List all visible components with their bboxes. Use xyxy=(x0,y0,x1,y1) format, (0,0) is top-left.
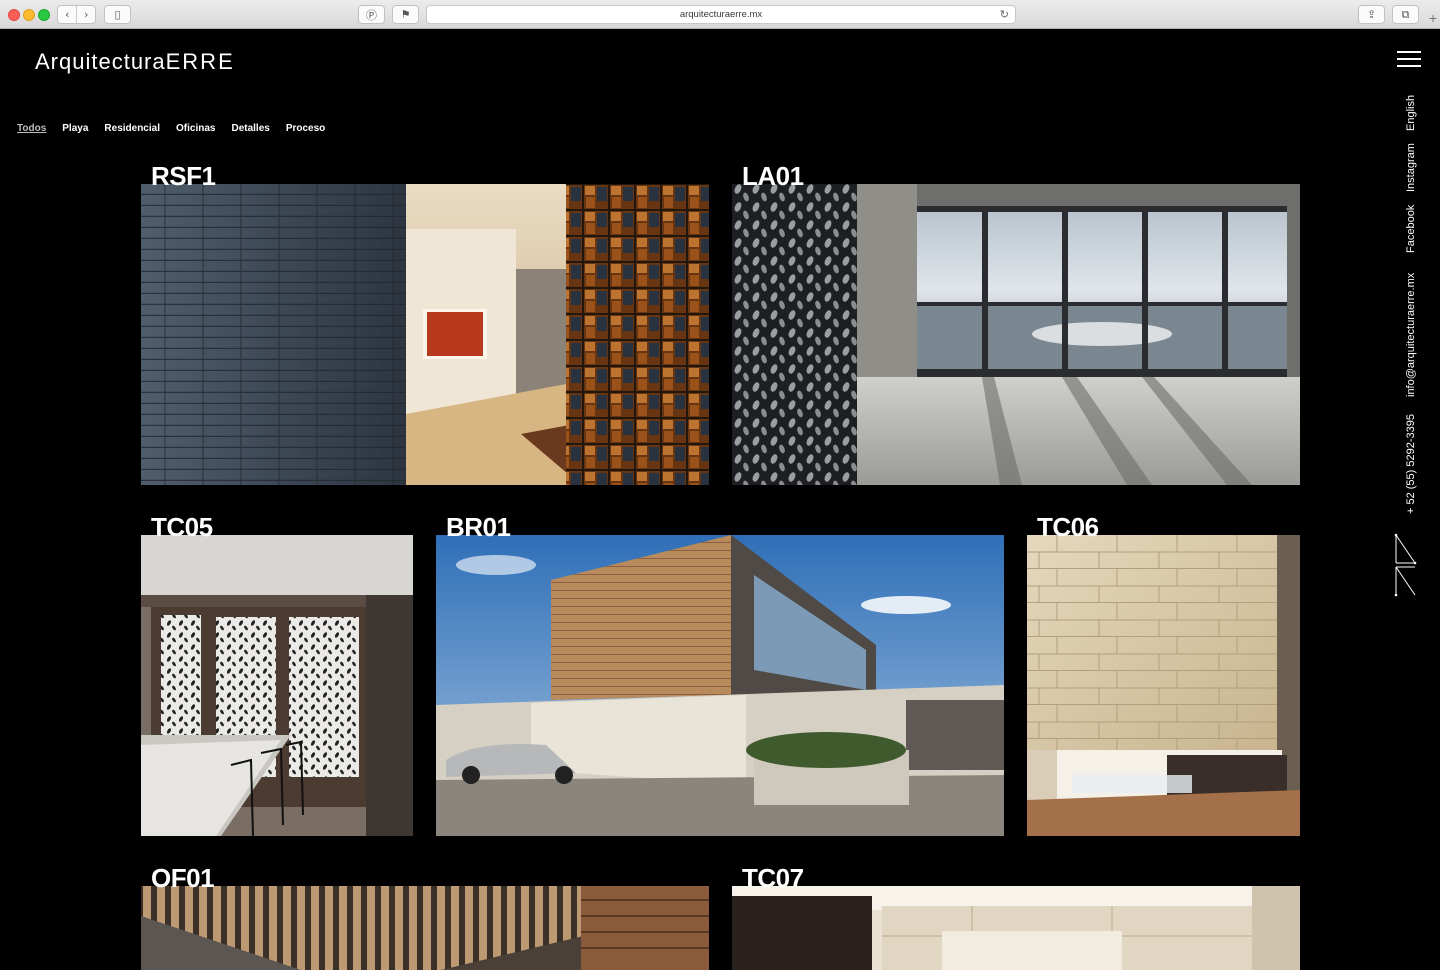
project-tile-of01[interactable]: OF01 xyxy=(141,865,709,970)
pinterest-icon[interactable]: Ⓟ xyxy=(358,5,385,24)
project-tile-tc05[interactable]: TC05 xyxy=(141,514,413,836)
history-nav: ‹ › xyxy=(57,5,96,24)
project-photo xyxy=(436,535,1004,836)
forward-icon[interactable]: › xyxy=(76,6,95,23)
project-code: RSF1 xyxy=(151,161,216,191)
project-photo xyxy=(141,535,413,836)
minimize-window-button[interactable] xyxy=(23,9,35,21)
project-tile-rsf1[interactable]: RSF1 xyxy=(141,163,709,485)
back-icon[interactable]: ‹ xyxy=(58,6,76,23)
url-text: arquitecturaerre.mx xyxy=(679,9,763,20)
instagram-link[interactable]: Instagram xyxy=(1405,143,1417,192)
project-tile-br01[interactable]: BR01 xyxy=(436,514,1004,836)
filter-playa[interactable]: Playa xyxy=(62,123,88,134)
filter-detalles[interactable]: Detalles xyxy=(231,123,269,134)
email-link[interactable]: info@arquitecturaerre.mx xyxy=(1405,273,1417,397)
project-photo xyxy=(141,184,709,485)
facebook-link[interactable]: Facebook xyxy=(1405,205,1417,253)
project-photo xyxy=(732,184,1300,485)
bookmark-pin-icon[interactable]: ⚑ xyxy=(392,5,419,24)
project-code: TC07 xyxy=(742,863,804,893)
logo-bold-text: ERRE xyxy=(165,49,235,74)
english-link[interactable]: English xyxy=(1405,95,1417,131)
project-tile-la01[interactable]: LA01 xyxy=(732,163,1300,485)
project-photo xyxy=(141,886,709,970)
filter-todos[interactable]: Todos xyxy=(17,123,46,134)
project-code: TC05 xyxy=(151,512,213,542)
filter-oficinas[interactable]: Oficinas xyxy=(176,123,215,134)
project-code: TC06 xyxy=(1037,512,1099,542)
zoom-window-button[interactable] xyxy=(38,9,50,21)
project-code: LA01 xyxy=(742,161,804,191)
project-photo xyxy=(732,886,1300,970)
address-bar[interactable]: arquitecturaerre.mx ↻ xyxy=(426,5,1016,24)
project-code: BR01 xyxy=(446,512,511,542)
project-tile-tc06[interactable]: TC06 xyxy=(1027,514,1300,836)
new-tab-icon[interactable]: + xyxy=(1426,8,1440,29)
project-photo xyxy=(1027,535,1300,836)
menu-icon[interactable] xyxy=(1397,51,1421,67)
reload-icon[interactable]: ↻ xyxy=(1000,8,1009,21)
project-code: OF01 xyxy=(151,863,215,893)
tabs-overview-icon[interactable]: ⧉ xyxy=(1392,5,1419,24)
filter-proceso[interactable]: Proceso xyxy=(286,123,325,134)
logo-light-text: Arquitectura xyxy=(35,49,166,74)
browser-toolbar: ‹ › ▯ Ⓟ ⚑ arquitecturaerre.mx ↻ ⇪ ⧉ + xyxy=(0,0,1440,29)
project-tile-tc07[interactable]: TC07 xyxy=(732,865,1300,970)
close-window-button[interactable] xyxy=(8,9,20,21)
phone-link[interactable]: + 52 (55) 5292-3395 xyxy=(1405,414,1417,514)
erre-monogram-icon xyxy=(1394,533,1417,597)
share-icon[interactable]: ⇪ xyxy=(1358,5,1385,24)
filter-residencial[interactable]: Residencial xyxy=(104,123,160,134)
sidebar-toggle-icon[interactable]: ▯ xyxy=(104,5,131,24)
site-logo[interactable]: ArquitecturaERRE xyxy=(35,49,235,75)
project-filters: Todos Playa Residencial Oficinas Detalle… xyxy=(17,123,341,134)
